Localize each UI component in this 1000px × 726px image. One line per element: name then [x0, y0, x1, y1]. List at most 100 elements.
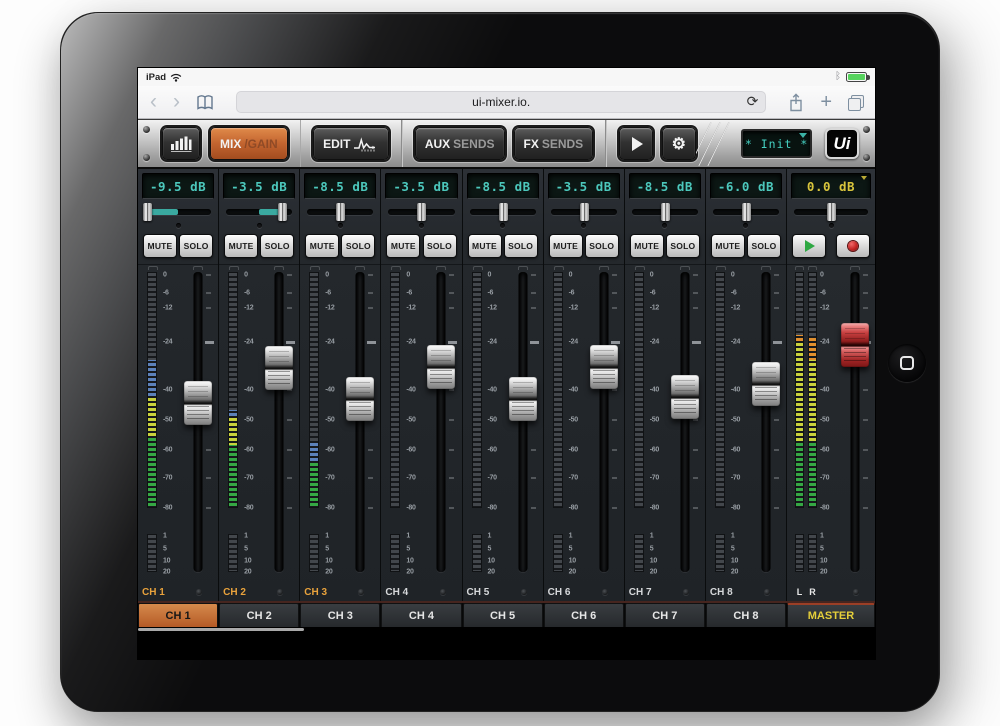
reload-icon[interactable]: ⟳ — [747, 93, 759, 110]
pan-handle[interactable] — [143, 203, 152, 221]
solo-button[interactable]: SOLO — [504, 234, 538, 258]
pan-slider[interactable] — [388, 202, 454, 222]
back-button[interactable]: ‹ — [150, 89, 157, 115]
fader[interactable] — [180, 272, 216, 576]
new-tab-icon[interactable]: + — [820, 92, 832, 112]
fader-top-cap — [761, 266, 771, 270]
fader-knob[interactable] — [590, 345, 618, 389]
channel-db-display: -8.5 dB — [304, 173, 376, 199]
scale-label: -6 — [569, 290, 575, 297]
pan-center-dot — [662, 223, 667, 228]
address-bar[interactable]: ui-mixer.io. ⟳ — [236, 91, 766, 113]
fader[interactable] — [586, 272, 622, 576]
channel-tab[interactable]: CH 4 — [381, 603, 461, 627]
pan-slider[interactable] — [632, 202, 698, 222]
player-button[interactable] — [619, 127, 653, 160]
fader-knob[interactable] — [752, 362, 780, 406]
balance-slider[interactable] — [794, 202, 868, 222]
mute-button[interactable]: MUTE — [386, 234, 420, 258]
solo-button[interactable]: SOLO — [341, 234, 375, 258]
tab-scrollbar[interactable] — [138, 627, 875, 632]
pan-slider[interactable] — [226, 202, 292, 222]
play-button[interactable] — [792, 234, 826, 258]
master-fader-section: 0-6-12-24-40-50-60-70-80151020 — [787, 264, 875, 583]
fader-track — [599, 272, 608, 572]
fader-scale-tick — [286, 341, 295, 344]
fader-knob[interactable] — [184, 381, 212, 425]
scale-label: -40 — [325, 387, 334, 394]
solo-button[interactable]: SOLO — [423, 234, 457, 258]
channel-tab[interactable]: CH 8 — [706, 603, 786, 627]
fader-scale-tick — [612, 449, 617, 451]
bookmarks-icon[interactable] — [196, 94, 214, 110]
balance-handle[interactable] — [827, 203, 836, 221]
settings-button[interactable]: ⚙ — [662, 127, 696, 160]
meters-view-button[interactable] — [162, 127, 200, 160]
solo-button[interactable]: SOLO — [666, 234, 700, 258]
preset-display[interactable]: * Init * — [741, 129, 812, 158]
fader[interactable] — [505, 272, 541, 576]
scale-label: -60 — [650, 447, 659, 454]
aux-sends-button[interactable]: AUXSENDS — [415, 127, 505, 160]
mute-button[interactable]: MUTE — [630, 234, 664, 258]
solo-button[interactable]: SOLO — [585, 234, 619, 258]
pan-center-dot — [581, 223, 586, 228]
scale-label: -6 — [244, 290, 250, 297]
channel-tab[interactable]: CH 5 — [463, 603, 543, 627]
forward-button[interactable]: › — [173, 89, 180, 115]
fader-knob[interactable] — [265, 346, 293, 390]
fader[interactable] — [261, 272, 297, 576]
edit-button[interactable]: EDIT — [313, 127, 389, 160]
fx-sends-button[interactable]: FXSENDS — [514, 127, 594, 160]
pan-handle[interactable] — [499, 203, 508, 221]
mute-button[interactable]: MUTE — [549, 234, 583, 258]
home-button[interactable] — [888, 344, 926, 382]
record-button[interactable] — [836, 234, 870, 258]
pan-handle[interactable] — [336, 203, 345, 221]
fader-knob[interactable] — [346, 377, 374, 421]
channel-tab[interactable]: CH 2 — [219, 603, 299, 627]
fader-section: 0-6-12-24-40-50-60-70-80151020 — [138, 264, 218, 583]
channel-tab[interactable]: CH 7 — [625, 603, 705, 627]
master-fader[interactable] — [837, 272, 873, 576]
tab-switcher-icon[interactable] — [848, 95, 863, 110]
fader-screw — [853, 589, 859, 595]
pan-slider[interactable] — [551, 202, 617, 222]
solo-button[interactable]: SOLO — [747, 234, 781, 258]
fader[interactable] — [667, 272, 703, 576]
fader[interactable] — [423, 272, 459, 576]
fader[interactable] — [748, 272, 784, 576]
mute-button[interactable]: MUTE — [711, 234, 745, 258]
mute-button[interactable]: MUTE — [143, 234, 177, 258]
channel-tab[interactable]: CH 6 — [544, 603, 624, 627]
fader-scale-tick — [863, 507, 868, 509]
fader[interactable] — [342, 272, 378, 576]
master-tab[interactable]: MASTER — [787, 603, 875, 627]
fader-knob[interactable] — [427, 345, 455, 389]
share-icon[interactable] — [788, 93, 804, 112]
mix-gain-button[interactable]: MIX/GAIN — [210, 127, 288, 160]
pan-slider[interactable] — [307, 202, 373, 222]
pan-slider[interactable] — [713, 202, 779, 222]
solo-button[interactable]: SOLO — [179, 234, 213, 258]
pan-handle[interactable] — [278, 203, 287, 221]
mute-button[interactable]: MUTE — [224, 234, 258, 258]
channel-tab[interactable]: CH 3 — [300, 603, 380, 627]
mute-button[interactable]: MUTE — [468, 234, 502, 258]
fader-knob[interactable] — [509, 377, 537, 421]
mute-button[interactable]: MUTE — [305, 234, 339, 258]
pan-handle[interactable] — [742, 203, 751, 221]
fader-knob[interactable] — [671, 375, 699, 419]
tab-scroll-thumb[interactable] — [138, 628, 304, 631]
solo-button[interactable]: SOLO — [260, 234, 294, 258]
master-fader-knob[interactable] — [841, 323, 869, 367]
meter-clip-indicator — [795, 266, 804, 270]
pan-handle[interactable] — [661, 203, 670, 221]
fader-screw — [277, 589, 283, 595]
pan-slider[interactable] — [145, 202, 211, 222]
dropdown-triangle-icon — [799, 133, 807, 138]
channel-tab[interactable]: CH 1 — [138, 603, 218, 627]
pan-handle[interactable] — [417, 203, 426, 221]
pan-handle[interactable] — [580, 203, 589, 221]
pan-slider[interactable] — [470, 202, 536, 222]
